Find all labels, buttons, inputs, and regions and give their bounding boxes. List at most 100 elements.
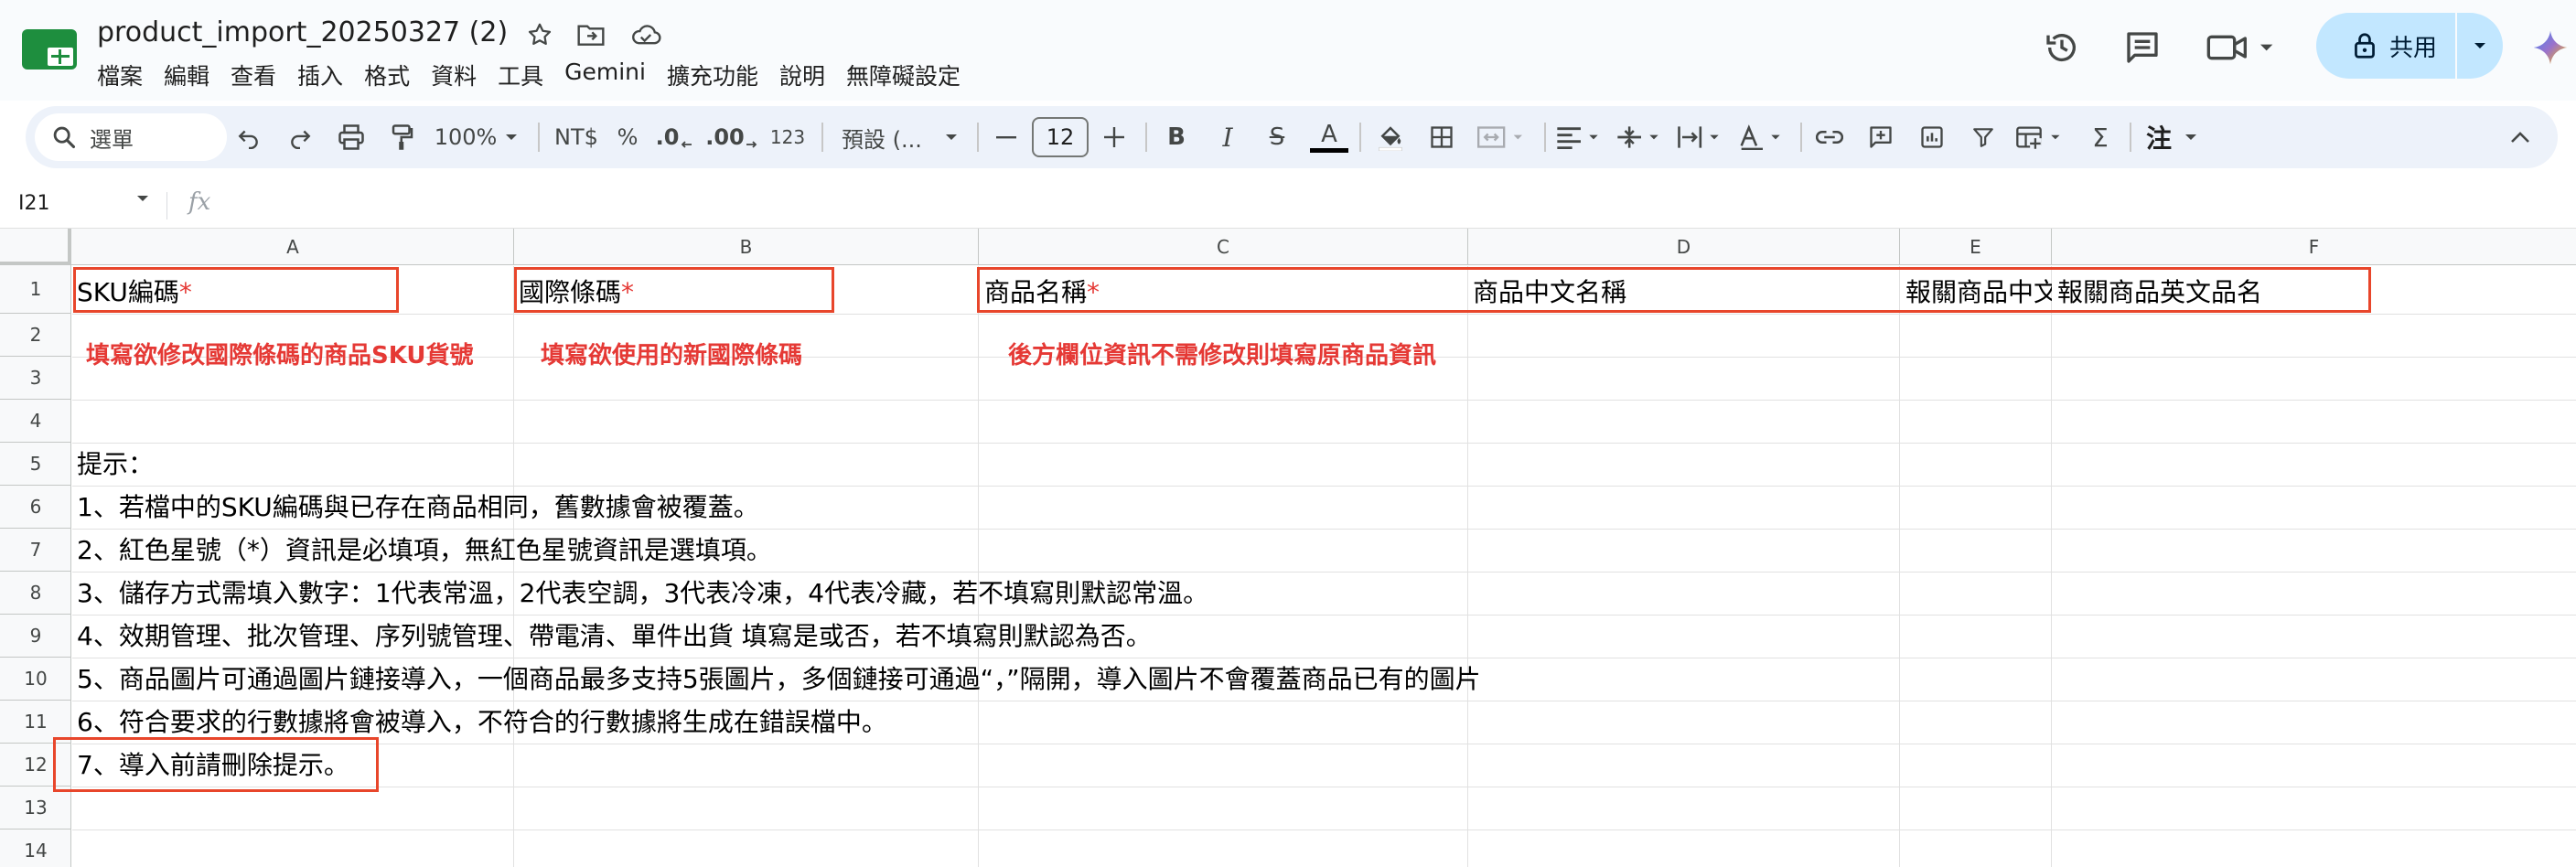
table-view-icon[interactable]: [2012, 106, 2073, 168]
row-header[interactable]: 10: [0, 658, 71, 701]
bold-button[interactable]: B: [1156, 106, 1197, 168]
currency-format-button[interactable]: NT$: [547, 106, 606, 168]
merge-cells-icon[interactable]: [1471, 106, 1535, 168]
menu-accessibility[interactable]: 無障礙設定: [846, 57, 971, 93]
menu-file[interactable]: 檔案: [97, 57, 153, 93]
column-headers: A B C D E F: [0, 229, 2576, 265]
row-header[interactable]: 6: [0, 486, 71, 529]
percent-format-button[interactable]: %: [609, 106, 646, 168]
decrease-decimal-label: .0: [655, 124, 680, 150]
tip-4[interactable]: 4、效期管理、批次管理、序列號管理、帶電清、單件出貨 填寫是或否，若不填寫則默認…: [77, 616, 1152, 653]
tip-1[interactable]: 1、若檔中的SKU編碼與已存在商品相同，舊數據會被覆蓋。: [77, 487, 759, 524]
column-header-d[interactable]: D: [1468, 229, 1900, 265]
history-icon[interactable]: [2036, 22, 2088, 73]
row-header[interactable]: 13: [0, 787, 71, 830]
column-header-b[interactable]: B: [514, 229, 979, 265]
row-header[interactable]: 1: [0, 265, 71, 314]
row-header[interactable]: 5: [0, 443, 71, 486]
row-header[interactable]: 4: [0, 400, 71, 443]
print-icon[interactable]: [331, 106, 371, 168]
gridline: [72, 529, 2576, 530]
filter-icon[interactable]: [1963, 106, 2003, 168]
fill-color-icon[interactable]: [1370, 106, 1411, 168]
menu-extensions[interactable]: 擴充功能: [667, 57, 768, 93]
row-header[interactable]: 9: [0, 615, 71, 658]
zoom-select[interactable]: 100%: [434, 106, 498, 168]
hint-other-fields: 後方欄位資訊不需修改則填寫原商品資訊: [1008, 342, 1437, 369]
number-format-button[interactable]: 123: [763, 106, 812, 168]
insert-comment-icon[interactable]: [1861, 106, 1901, 168]
insert-link-icon[interactable]: [1809, 106, 1850, 168]
menu-search-box[interactable]: 選單: [35, 113, 227, 161]
decrease-font-size-icon[interactable]: [986, 106, 1026, 168]
paint-format-icon[interactable]: [382, 106, 423, 168]
toolbar-separator: [1145, 123, 1147, 152]
menu-format[interactable]: 格式: [364, 57, 420, 93]
folder-move-icon[interactable]: [573, 16, 609, 53]
menu-edit[interactable]: 編輯: [164, 57, 220, 93]
tip-6[interactable]: 6、符合要求的行數據將會被導入，不符合的行數據將生成在錯誤檔中。: [77, 702, 887, 739]
text-color-button[interactable]: A: [1306, 106, 1352, 168]
increase-decimal-button[interactable]: .00: [704, 106, 759, 168]
row-header[interactable]: 3: [0, 357, 71, 400]
gemini-sparkle-icon[interactable]: [2525, 22, 2576, 73]
input-tools-caret-icon[interactable]: [2177, 106, 2205, 168]
name-box[interactable]: I21: [18, 192, 49, 215]
row-header[interactable]: 14: [0, 830, 71, 867]
row-header[interactable]: 7: [0, 529, 71, 572]
italic-button[interactable]: I: [1208, 106, 1248, 168]
hint-barcode: 填寫欲使用的新國際條碼: [541, 342, 803, 369]
share-button[interactable]: 共用: [2316, 13, 2503, 79]
font-family-select[interactable]: 預設 (...: [831, 106, 931, 168]
tip-5[interactable]: 5、商品圖片可通過圖片鏈接導入，一個商品最多支持5張圖片，多個鏈接可通過“，”隔…: [77, 659, 1481, 696]
tip-2[interactable]: 2、紅色星號（*）資訊是必填項，無紅色星號資訊是選填項。: [77, 530, 772, 567]
column-header-e[interactable]: E: [1900, 229, 2052, 265]
select-all-corner[interactable]: [0, 229, 71, 265]
decrease-decimal-button[interactable]: .0: [651, 106, 697, 168]
text-wrapping-icon[interactable]: [1674, 106, 1729, 168]
menu-tools[interactable]: 工具: [498, 57, 553, 93]
column-header-c[interactable]: C: [979, 229, 1468, 265]
collapse-toolbar-icon[interactable]: [2497, 106, 2543, 168]
column-header-f[interactable]: F: [2052, 229, 2576, 265]
horizontal-align-icon[interactable]: [1553, 106, 1608, 168]
row-header[interactable]: 2: [0, 314, 71, 357]
share-dropdown-button[interactable]: [2457, 41, 2503, 50]
menu-help[interactable]: 說明: [779, 57, 835, 93]
name-box-caret-icon[interactable]: [135, 194, 150, 203]
row-header[interactable]: 8: [0, 572, 71, 615]
cloud-status-icon[interactable]: [628, 16, 664, 53]
column-header-a[interactable]: A: [72, 229, 514, 265]
zoom-caret-icon[interactable]: [498, 106, 525, 168]
toolbar-separator: [1544, 123, 1546, 152]
menu-data[interactable]: 資料: [431, 57, 487, 93]
undo-icon[interactable]: [229, 106, 269, 168]
sheets-logo-icon[interactable]: [22, 27, 77, 71]
borders-icon[interactable]: [1422, 106, 1462, 168]
menu-bar: 檔案 編輯 查看 插入 格式 資料 工具 Gemini 擴充功能 說明 無障礙設…: [97, 57, 982, 93]
menu-gemini[interactable]: Gemini: [564, 57, 656, 93]
star-icon[interactable]: [521, 16, 558, 53]
title-bar: product_import_20250327 (2) 檔案 編輯 查看 插入 …: [0, 0, 2576, 101]
menu-search-label: 選單: [90, 126, 134, 153]
vertical-align-icon[interactable]: [1614, 106, 1669, 168]
comment-icon[interactable]: [2117, 22, 2168, 73]
text-rotation-icon[interactable]: [1734, 106, 1791, 168]
functions-button[interactable]: Σ: [2080, 106, 2120, 168]
redo-icon[interactable]: [280, 106, 320, 168]
increase-font-size-icon[interactable]: [1094, 106, 1134, 168]
video-call-icon[interactable]: [2201, 22, 2283, 73]
font-caret-icon[interactable]: [935, 106, 968, 168]
spreadsheet-grid[interactable]: A B C D E F 1 2 3 4 5 6 7 8 9 10 11 12 1…: [0, 229, 2576, 867]
font-size-input[interactable]: 12: [1032, 117, 1089, 157]
tip-3[interactable]: 3、儲存方式需填入數字：1代表常溫，2代表空調，3代表冷凍，4代表冷藏，若不填寫…: [77, 573, 1208, 610]
input-tools-button[interactable]: 注: [2139, 106, 2179, 168]
menu-view[interactable]: 查看: [231, 57, 286, 93]
tip-title[interactable]: 提示：: [77, 444, 154, 481]
menu-insert[interactable]: 插入: [297, 57, 353, 93]
share-main-button[interactable]: 共用: [2316, 13, 2455, 79]
insert-chart-icon[interactable]: [1912, 106, 1952, 168]
share-label: 共用: [2389, 34, 2438, 62]
strikethrough-button[interactable]: S: [1257, 106, 1297, 168]
document-title[interactable]: product_import_20250327 (2): [97, 16, 508, 48]
